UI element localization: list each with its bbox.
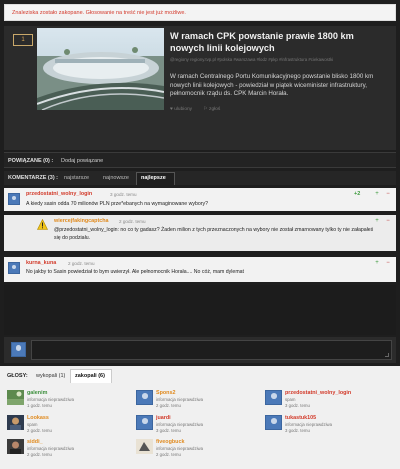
comment: przedostatni_wolny_login 3 godz. temu A …: [4, 188, 396, 211]
sort-oldest-tab[interactable]: najstarsze: [64, 175, 89, 181]
voter-reason: informacja nieprawdziwa 2 godz. temu: [156, 397, 204, 408]
reply-area: [4, 337, 396, 363]
voter-reason: informacja nieprawdziwa 1 godz. temu: [27, 397, 75, 408]
voter-reason: informacja nieprawdziwa 3 godz. temu: [156, 422, 204, 433]
voter-avatar: [136, 439, 153, 454]
upvote-button[interactable]: +: [373, 190, 381, 198]
voter-reason: spam 3 godz. temu: [285, 397, 310, 408]
comment-author[interactable]: wiercejfakingcaptcha: [54, 218, 109, 224]
voter[interactable]: Lookass spam 2 godz. temu: [7, 415, 127, 439]
article-title[interactable]: W ramach CPK powstanie prawie 1800 km no…: [170, 30, 390, 54]
sort-newest-tab[interactable]: najnowsze: [103, 175, 129, 181]
buried-alert: Znaleziska zostało zakopane. Głosowanie …: [4, 4, 396, 21]
add-related-link[interactable]: Dodaj powiązane: [61, 158, 103, 164]
comments-header: KOMENTARZE (3) : najstarsze najnowsze na…: [4, 171, 396, 185]
voter[interactable]: przedostatni_wolny_login spam 3 godz. tem…: [265, 390, 385, 414]
related-label: POWIĄZANE (0) :: [8, 158, 54, 164]
upvote-button[interactable]: +: [373, 259, 381, 267]
tab-dug[interactable]: wykopali (1): [36, 373, 65, 379]
upvote-button[interactable]: +: [373, 217, 381, 225]
voter-name: juardi: [156, 415, 171, 421]
comment-vote-count: +2: [354, 191, 361, 197]
article-meta: @regiony regiony.tvp.pl #polska #warszaw…: [170, 57, 334, 62]
voter-avatar: [136, 390, 153, 405]
comment-reply: wiercejfakingcaptcha 2 godz. temu @przed…: [4, 215, 396, 251]
sort-best-tab[interactable]: najlepsze: [141, 175, 166, 181]
comment-input[interactable]: [31, 340, 392, 360]
votes-label: GŁOSY:: [7, 373, 28, 379]
comment-time: 2 godz. temu: [119, 219, 146, 224]
comment-author[interactable]: przedostatni_wolny_login: [26, 191, 92, 197]
related-bar: POWIĄZANE (0) : Dodaj powiązane: [4, 152, 396, 168]
voter[interactable]: siddi_ informacja nieprawdziwa 2 godz. te…: [7, 439, 127, 463]
voter[interactable]: fiveogbuck informacja nieprawdziwa 2 godz…: [136, 439, 256, 463]
tab-buried[interactable]: zakopali (6): [75, 373, 105, 379]
warning-avatar-icon[interactable]: [37, 219, 48, 230]
comment-text: @przedostatni_wolny_login: no co ty gada…: [54, 227, 374, 241]
downvote-button[interactable]: −: [384, 190, 392, 198]
voter-name: Lookass: [27, 415, 49, 421]
comments-label: KOMENTARZE (3) :: [8, 175, 59, 181]
comment-author[interactable]: kurna_kuna: [26, 260, 56, 266]
article-thumbnail[interactable]: [37, 28, 164, 110]
voter-avatar: [7, 390, 24, 405]
voter-name: Spons2: [156, 390, 176, 396]
voter[interactable]: juardi informacja nieprawdziwa 3 godz. te…: [136, 415, 256, 439]
voter[interactable]: galenim informacja nieprawdziwa 1 godz. t…: [7, 390, 127, 414]
content-spacer: [4, 285, 396, 335]
avatar[interactable]: [8, 262, 20, 274]
voter-name: fiveogbuck: [156, 439, 185, 445]
comment-text: No jakby to Sasin powiedział to bym uwie…: [26, 269, 244, 275]
buried-alert-text: Znaleziska zostało zakopane. Głosowanie …: [12, 10, 186, 16]
voter-name: siddi_: [27, 439, 43, 445]
voter[interactable]: tukastuk105 informacja nieprawdziwa 3 god…: [265, 415, 385, 439]
downvote-button[interactable]: −: [384, 217, 392, 225]
avatar[interactable]: [8, 193, 20, 205]
favorite-link[interactable]: ♥ ulubiony: [170, 107, 197, 112]
article-vote-count[interactable]: 1: [13, 34, 33, 46]
voter-name: przedostatni_wolny_login: [285, 390, 352, 396]
article-actions: ♥ ulubiony ⚐ zgłoś: [170, 107, 230, 112]
voter[interactable]: Spons2 informacja nieprawdziwa 2 godz. te…: [136, 390, 256, 414]
comment-time: 2 godz. temu: [68, 261, 95, 266]
voter-avatar: [7, 415, 24, 430]
comment-text: A kiedy sasin odda 70 milionów PLN prze*…: [26, 201, 208, 207]
article-card: 1 W ramach CPK powstanie prawie 1800 km …: [4, 26, 396, 150]
comment-time: 3 godz. temu: [110, 192, 137, 197]
voter-reason: informacja nieprawdziwa 2 godz. temu: [156, 446, 204, 457]
report-link[interactable]: ⚐ zgłoś: [203, 107, 225, 112]
voter-avatar: [265, 415, 282, 430]
voter-avatar: [265, 390, 282, 405]
resize-handle[interactable]: [385, 353, 389, 357]
voter-reason: spam 2 godz. temu: [27, 422, 52, 433]
comment: kurna_kuna 2 godz. temu No jakby to Sasi…: [4, 257, 396, 282]
voter-avatar: [7, 439, 24, 454]
voter-name: galenim: [27, 390, 48, 396]
voter-reason: informacja nieprawdziwa 3 godz. temu: [285, 422, 333, 433]
voter-avatar: [136, 415, 153, 430]
voter-name: tukastuk105: [285, 415, 317, 421]
current-user-avatar: [11, 342, 26, 357]
article-description: W ramach Centralnego Portu Komunikacyjne…: [170, 73, 374, 98]
voter-reason: informacja nieprawdziwa 2 godz. temu: [27, 446, 75, 457]
votes-panel: GŁOSY: wykopali (1) zakopali (6) galenim…: [0, 366, 400, 469]
downvote-button[interactable]: −: [384, 259, 392, 267]
